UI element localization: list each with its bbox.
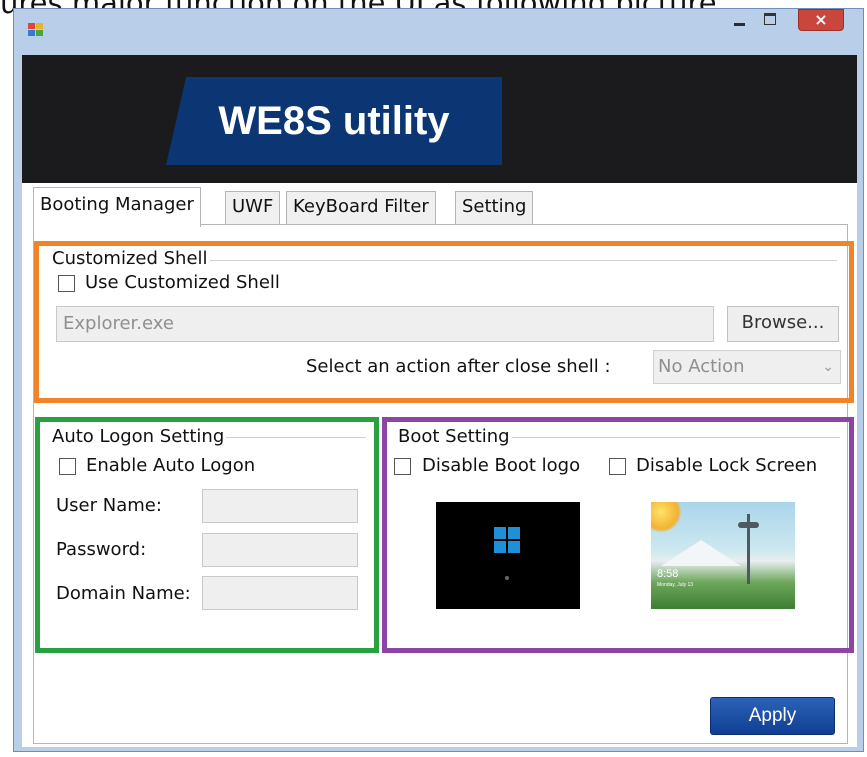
close-shell-action-dropdown[interactable]: No Action ⌄ <box>653 350 841 384</box>
lock-screen-time: 8:58 <box>657 568 679 580</box>
tab-setting[interactable]: Setting <box>455 191 534 225</box>
disable-lock-screen-checkbox[interactable] <box>609 458 626 475</box>
use-customized-shell-label: Use Customized Shell <box>85 272 280 293</box>
close-icon[interactable]: × <box>798 9 844 31</box>
loading-spinner-icon <box>505 576 509 580</box>
space-needle-shape <box>738 514 759 584</box>
title-bar: × <box>14 9 863 55</box>
auto-logon-title: Auto Logon Setting <box>50 426 227 447</box>
close-shell-action-value: No Action <box>658 356 745 377</box>
apply-button[interactable]: Apply <box>710 697 835 735</box>
password-label: Password: <box>56 539 147 560</box>
customized-shell-title: Customized Shell <box>50 248 210 269</box>
boot-setting-title: Boot Setting <box>396 426 512 447</box>
enable-auto-logon-label: Enable Auto Logon <box>86 455 256 476</box>
lock-screen-preview-image: 8:58 Monday, July 13 <box>651 502 795 609</box>
tab-keyboard-filter[interactable]: KeyBoard Filter <box>286 191 436 225</box>
banner: WE8S utility <box>22 55 857 183</box>
minimize-icon[interactable] <box>726 9 754 31</box>
window-client-area: WE8S utility Booting Manager UWF KeyBoar… <box>22 55 857 747</box>
disable-boot-logo-label: Disable Boot logo <box>422 455 581 476</box>
boot-logo-preview-image <box>436 502 580 609</box>
app-window-icon <box>28 23 46 39</box>
chevron-down-icon: ⌄ <box>822 359 834 375</box>
tab-uwf[interactable]: UWF <box>225 191 281 225</box>
banner-title: WE8S utility <box>166 77 502 165</box>
domain-name-label: Domain Name: <box>56 583 191 604</box>
user-name-label: User Name: <box>56 495 162 516</box>
windows-logo-icon <box>494 527 520 553</box>
shell-path-field[interactable]: Explorer.exe <box>56 306 714 342</box>
browse-button[interactable]: Browse... <box>727 306 839 342</box>
mountain-shape <box>661 540 741 566</box>
enable-auto-logon-checkbox[interactable] <box>59 458 76 475</box>
app-window: × WE8S utility Booting Manager UWF KeyBo… <box>13 8 864 752</box>
disable-lock-screen-label: Disable Lock Screen <box>636 455 818 476</box>
maximize-icon[interactable] <box>756 9 784 31</box>
sun-icon <box>651 502 681 532</box>
user-name-input[interactable] <box>202 489 358 523</box>
close-shell-action-label: Select an action after close shell : <box>306 356 611 377</box>
tab-booting-manager[interactable]: Booting Manager <box>33 187 201 227</box>
disable-boot-logo-checkbox[interactable] <box>394 458 411 475</box>
use-customized-shell-checkbox[interactable] <box>58 275 75 292</box>
domain-name-input[interactable] <box>202 576 358 610</box>
password-input[interactable] <box>202 533 358 567</box>
lock-screen-date: Monday, July 13 <box>657 582 694 588</box>
